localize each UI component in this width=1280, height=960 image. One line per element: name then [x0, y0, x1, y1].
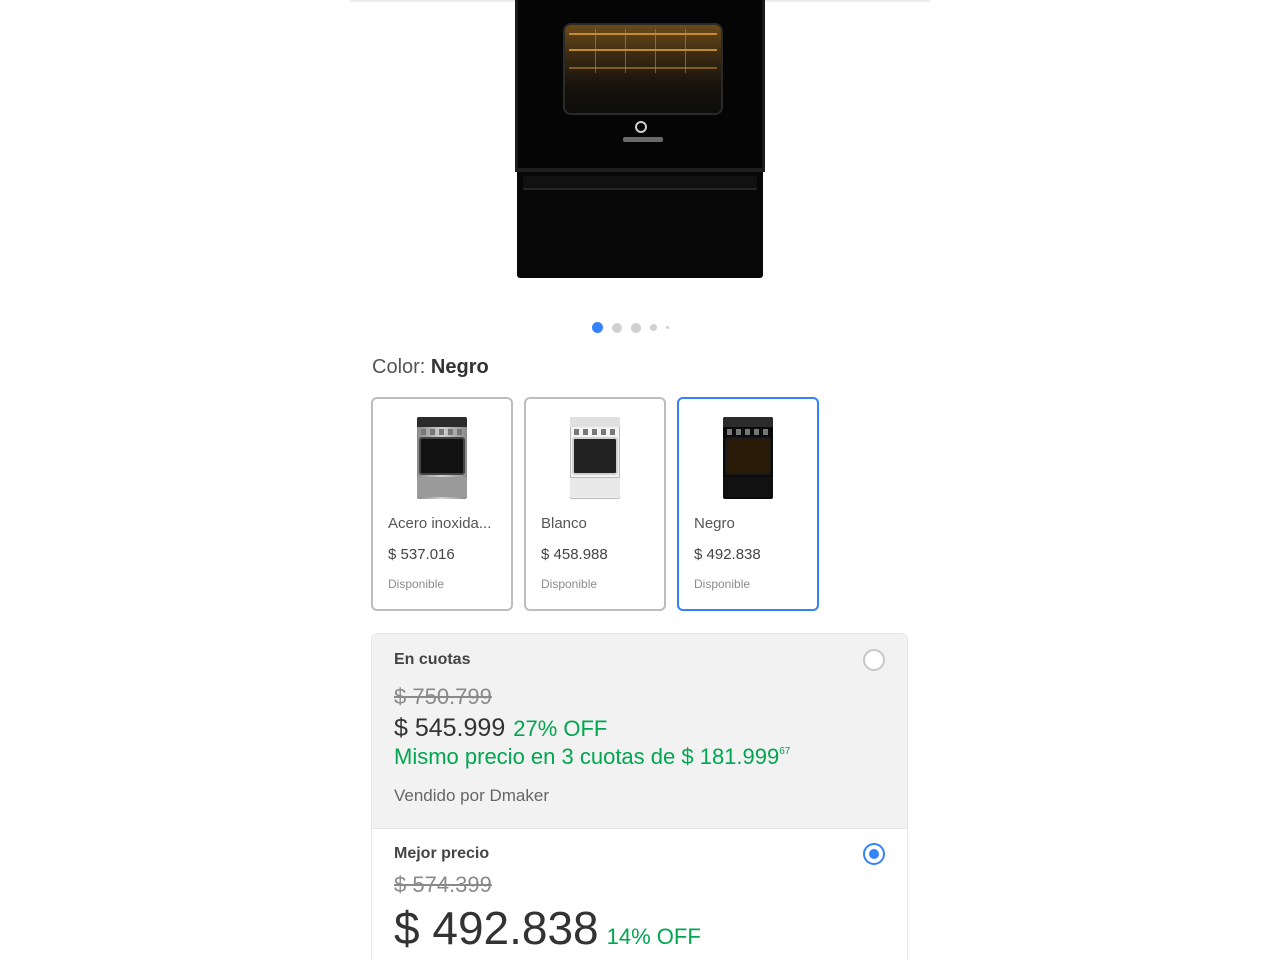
installments-text: Mismo precio en 3 cuotas de $ 181.999: [394, 744, 780, 769]
purchase-options: En cuotas $ 750.799 $ 545.999 27% OFF Mi…: [371, 633, 908, 960]
option-title: Mejor precio: [394, 845, 490, 862]
original-price: $ 750.799: [394, 684, 492, 709]
product-image[interactable]: [515, 0, 765, 282]
price-row: $ 492.838 14% OFF: [394, 901, 701, 955]
variant-name: Acero inoxida...: [388, 515, 492, 532]
option-en-cuotas[interactable]: En cuotas $ 750.799 $ 545.999 27% OFF Mi…: [372, 634, 907, 828]
variant-card-acero[interactable]: Acero inoxida... $ 537.016 Disponible: [371, 397, 513, 611]
oven-body: [515, 0, 765, 170]
oven-black-thumbnail-icon: [723, 417, 773, 499]
variant-name: Blanco: [541, 515, 587, 532]
carousel-dot[interactable]: [631, 322, 641, 333]
seller-info[interactable]: Vendido por Dmaker: [394, 786, 549, 806]
radio-button[interactable]: [863, 649, 885, 671]
variant-price: $ 492.838: [694, 546, 761, 563]
oven-stainless-thumbnail-icon: [417, 417, 467, 499]
color-label-prefix: Color:: [372, 356, 426, 378]
carousel-dot[interactable]: [650, 324, 657, 331]
variant-price: $ 537.016: [388, 546, 455, 563]
radio-button-selected[interactable]: [863, 843, 885, 865]
oven-window: [563, 23, 723, 115]
variant-stock: Disponible: [694, 577, 751, 591]
variant-card-negro[interactable]: Negro $ 492.838 Disponible: [677, 397, 819, 611]
color-selected-value: Negro: [430, 356, 489, 378]
brand-logo-icon: [635, 121, 647, 133]
carousel-dot[interactable]: [612, 322, 622, 333]
carousel-pagination: [592, 322, 669, 333]
original-price: $ 574.399: [394, 872, 492, 897]
option-title: En cuotas: [394, 651, 471, 668]
carousel-dot[interactable]: [666, 326, 669, 329]
installments-info: Mismo precio en 3 cuotas de $ 181.99967: [394, 744, 790, 770]
oven-white-thumbnail-icon: [570, 417, 620, 499]
variant-stock: Disponible: [541, 577, 598, 591]
current-price: $ 545.999: [394, 714, 506, 742]
discount-badge: 27% OFF: [513, 716, 608, 741]
brand-mark: [623, 137, 663, 142]
discount-badge: 14% OFF: [606, 924, 701, 949]
option-mejor-precio[interactable]: Mejor precio $ 574.399 $ 492.838 14% OFF: [372, 828, 907, 960]
current-price: $ 492.838: [394, 902, 599, 954]
variant-card-blanco[interactable]: Blanco $ 458.988 Disponible: [524, 397, 666, 611]
oven-drawer: [517, 172, 763, 278]
variant-name: Negro: [694, 515, 735, 532]
color-variants: Acero inoxida... $ 537.016 Disponible Bl…: [371, 397, 819, 611]
installments-cents: 67: [779, 746, 791, 757]
variant-stock: Disponible: [388, 577, 445, 591]
price-row: $ 545.999 27% OFF: [394, 714, 607, 743]
carousel-dot-active[interactable]: [592, 322, 603, 333]
color-label: Color: Negro: [372, 356, 489, 379]
variant-price: $ 458.988: [541, 546, 608, 563]
